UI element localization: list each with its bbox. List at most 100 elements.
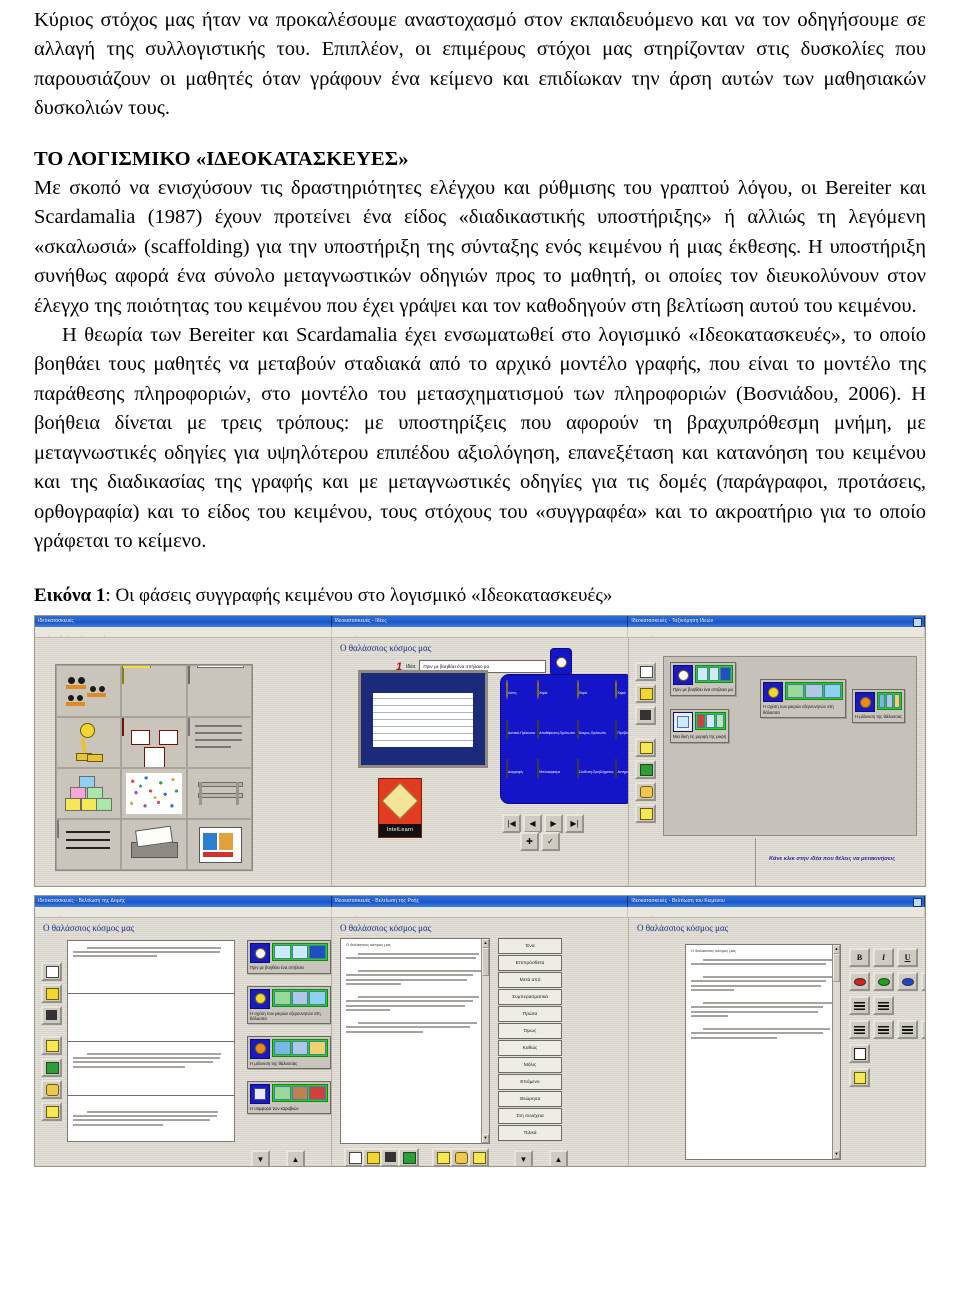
connective-button[interactable]: Μετά από — [498, 972, 562, 989]
color-red-button[interactable] — [849, 972, 870, 992]
bubble-tool-icon[interactable] — [41, 1080, 62, 1100]
picture-cell-typewriter[interactable] — [121, 819, 187, 871]
color-blue-button[interactable] — [897, 972, 918, 992]
idea-canvas[interactable]: Πριν με βοηθάει ένα σπήλαιο μα Μια δική … — [663, 656, 917, 837]
connective-button[interactable]: Μόλις — [498, 1057, 562, 1074]
window-titlebar-structure[interactable]: Ιδεοκατασκευές - Βελτίωση της Δομής — [35, 896, 332, 908]
picture-cell-folder[interactable] — [121, 665, 187, 717]
connective-button[interactable]: Όμως — [498, 1023, 562, 1040]
idea-card-1[interactable]: Πριν με βοηθάει ένα σπήλαιο μα — [670, 662, 736, 696]
connective-button[interactable]: Θεώρησα — [498, 1091, 562, 1108]
picture-cell-note[interactable] — [186, 716, 252, 768]
confirm-record-button[interactable]: ✓ — [541, 832, 560, 852]
connective-word-list[interactable]: Ένα Επιπρόσθετα Μετά από Συμπερασματικά … — [498, 938, 562, 1142]
connective-button[interactable]: Επόμενο — [498, 1074, 562, 1091]
italic-button[interactable]: I — [873, 948, 894, 968]
symbol-lypi[interactable]: Λύπη — [506, 680, 535, 718]
pencil-tool-icon[interactable] — [41, 984, 62, 1004]
picture-cell-shelf[interactable] — [186, 767, 252, 820]
symbol-antigrafi[interactable]: Αντιγραφή-Πρότασης — [615, 758, 628, 797]
symbol-diagrafi[interactable]: Διαγραφή — [506, 758, 535, 797]
structure-idea-list[interactable]: Πριν με βοηθάει ένα σπήλαιο Η σχέση των … — [247, 940, 331, 1115]
align-left-button[interactable] — [849, 1020, 870, 1040]
color-black-button[interactable] — [921, 972, 925, 992]
last-record-button[interactable]: ▶| — [565, 814, 584, 834]
picture-cell-house[interactable] — [121, 716, 187, 768]
sticky-tool-icon[interactable] — [468, 1148, 489, 1167]
sticky-tool-icon[interactable] — [635, 804, 656, 824]
window-titlebar-3[interactable]: Ιδεοκατασκευές - Ταξινόμηση Ιδεών — [628, 616, 925, 628]
chart-tool-icon[interactable] — [398, 1148, 419, 1167]
bulb-tool-icon[interactable] — [635, 738, 656, 758]
window-titlebar-2[interactable]: Ιδεοκατασκευές - Ιδέες — [331, 616, 629, 628]
structure-toolbar-bottom[interactable] — [41, 1036, 62, 1122]
scroll-down-button[interactable]: ▼ — [251, 1150, 270, 1167]
window-titlebar-1[interactable]: Ιδεοκατασκευές — [35, 616, 332, 628]
menubar-structure[interactable]: Επιστροφή — [35, 907, 332, 918]
scroll-down-arrow-icon[interactable]: ▼ — [482, 1134, 489, 1144]
format-toolbar[interactable]: B I U — [849, 948, 925, 1088]
scroll-up-arrow-icon[interactable]: ▲ — [482, 939, 489, 949]
picture-cell-figure[interactable] — [56, 716, 122, 768]
canvas-toolbar-top[interactable] — [635, 662, 656, 726]
pencil-tool-icon[interactable] — [635, 684, 656, 704]
symbol-blockarisma[interactable]: Μπλοκάρισμα — [537, 758, 575, 797]
connective-button[interactable]: Πρώτα — [498, 1006, 562, 1023]
picture-cell-window[interactable] — [186, 819, 252, 871]
window-close-icon[interactable] — [913, 618, 923, 628]
flow-text-editor[interactable]: Ο θαλάσσιος κόσμος μας ▲ ▼ — [340, 938, 490, 1145]
canvas-toolbar-bottom[interactable] — [635, 738, 656, 824]
symbol-apothikefsi[interactable]: Αποθήκευση-Πρόσωπο — [537, 719, 575, 758]
menubar-text[interactable]: Επιστροφή — [628, 907, 925, 918]
bulb-tool-icon[interactable] — [41, 1036, 62, 1056]
scroll-down-button[interactable]: ▼ — [514, 1150, 533, 1167]
rich-text-editor[interactable]: Ο θαλάσσιος κόσμος μας ▲ ▼ — [685, 944, 841, 1161]
document-tool-icon[interactable] — [635, 662, 656, 682]
idea-card-2[interactable]: Η σχέση των μικρών εξερευνητών στη θάλασ… — [760, 679, 846, 718]
align-right-button[interactable] — [921, 1020, 925, 1040]
editor-scrollbar[interactable]: ▲ ▼ — [832, 945, 840, 1160]
idea-card[interactable]: Η συμφορά των καραβιών — [247, 1081, 331, 1115]
flow-tool-grid-left[interactable] — [344, 1148, 419, 1167]
align-justify-button[interactable] — [897, 1020, 918, 1040]
structure-paragraph-editor[interactable] — [67, 940, 235, 1143]
scroll-up-button[interactable]: ▲ — [286, 1150, 305, 1167]
idea-card[interactable]: Η μόλυνση της θάλασσας — [247, 1035, 331, 1070]
window-titlebar-text[interactable]: Ιδεοκατασκευές - Βελτίωση του Κειμένου — [628, 896, 925, 908]
flow-nav-buttons[interactable]: ▼ ▲ — [514, 1150, 568, 1167]
scroll-thumb[interactable] — [482, 948, 489, 977]
prev-record-button[interactable]: ◀ — [523, 814, 542, 834]
connective-button[interactable]: Τελικά — [498, 1125, 562, 1142]
bold-button[interactable]: B — [849, 948, 870, 968]
connective-button[interactable]: Συμπερασματικά — [498, 989, 562, 1006]
align-center-button[interactable] — [873, 1020, 894, 1040]
symbol-dynato[interactable]: Δυνατό-Πρόσωπο — [506, 719, 535, 758]
bullet-list-button[interactable] — [849, 996, 870, 1016]
people-tool-icon[interactable] — [41, 1006, 62, 1026]
menubar-2[interactable]: Επιστροφή — [332, 627, 629, 638]
connective-button[interactable]: Καθώς — [498, 1040, 562, 1057]
structure-nav-buttons[interactable]: ▼ ▲ — [251, 1150, 305, 1167]
idea-card[interactable]: Πριν με βοηθάει ένα σπήλαιο — [247, 940, 331, 974]
exit-button[interactable] — [849, 1068, 870, 1088]
next-record-button[interactable]: ▶ — [544, 814, 563, 834]
structure-toolbar-top[interactable] — [41, 962, 62, 1026]
numbered-list-button[interactable] — [873, 996, 894, 1016]
picture-grid[interactable] — [55, 664, 253, 872]
record-action-buttons[interactable]: ✚ ✓ — [520, 832, 560, 852]
scroll-up-button[interactable]: ▲ — [549, 1150, 568, 1167]
chart-tool-icon[interactable] — [41, 1058, 62, 1078]
sticky-tool-icon[interactable] — [41, 1102, 62, 1122]
scroll-up-arrow-icon[interactable]: ▲ — [833, 945, 840, 955]
window-close-icon[interactable] — [913, 898, 923, 908]
document-tool-icon[interactable] — [41, 962, 62, 982]
connective-button[interactable]: Ένα — [498, 938, 562, 955]
picture-cell-blocks[interactable] — [56, 767, 122, 820]
picture-cell-confetti[interactable] — [121, 767, 187, 820]
idea-card-3[interactable]: Η μόλυνση της θάλασσας — [852, 689, 906, 723]
menubar-3[interactable]: Επιστροφή — [628, 627, 925, 638]
symbol-xara-2[interactable]: Χαρά — [576, 680, 614, 718]
symbol-anemos[interactable]: Άνεμος-Πρόσωπο — [576, 719, 614, 758]
symbol-syndesi[interactable]: Σύνδεση-Προβλήματος — [576, 758, 613, 797]
picture-cell-document[interactable] — [56, 819, 122, 871]
